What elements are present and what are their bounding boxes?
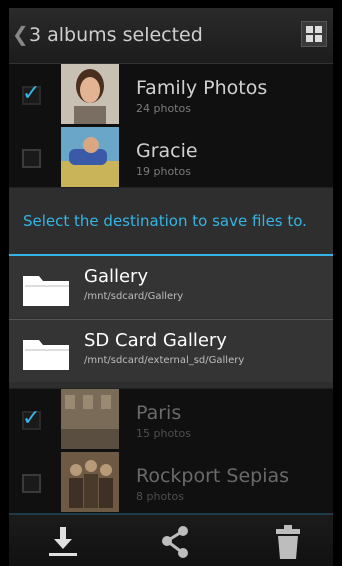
album-row-gracie[interactable]: Gracie 19 photos [9, 127, 333, 189]
album-checkbox[interactable]: ✓ [22, 81, 41, 106]
folder-icon [23, 340, 69, 370]
action-bar: ❮ 3 albums selected [9, 8, 333, 64]
album-thumbnail [61, 389, 119, 449]
download-button[interactable] [45, 525, 81, 563]
delete-button[interactable] [275, 525, 301, 563]
dialog-title: Select the destination to save files to. [23, 212, 307, 230]
album-name: Family Photos [136, 77, 268, 99]
album-name: Gracie [136, 140, 198, 162]
destination-gallery[interactable]: Gallery /mnt/sdcard/Gallery [9, 256, 333, 318]
album-count: 15 photos [136, 427, 191, 440]
chevron-left-icon[interactable]: ❮ [12, 22, 29, 46]
grid-icon [306, 26, 322, 42]
album-row-paris[interactable]: ✓ Paris 15 photos [9, 389, 333, 451]
destination-dialog: Select the destination to save files to.… [9, 188, 333, 388]
share-button[interactable] [159, 525, 193, 563]
album-thumbnail [61, 64, 119, 124]
share-icon [162, 526, 188, 558]
album-checkbox[interactable]: ✓ [22, 406, 41, 431]
album-row-family-photos[interactable]: ✓ Family Photos 24 photos [9, 64, 333, 126]
album-count: 24 photos [136, 102, 191, 115]
screen: ❮ 3 albums selected ✓ Family Photos 24 p… [9, 8, 333, 566]
destination-path: /mnt/sdcard/external_sd/Gallery [84, 355, 245, 366]
folder-icon [23, 276, 69, 306]
album-checkbox[interactable] [22, 474, 41, 493]
check-icon: ✓ [22, 406, 41, 431]
album-checkbox[interactable] [22, 149, 41, 168]
album-count: 8 photos [136, 490, 184, 503]
destination-path: /mnt/sdcard/Gallery [84, 291, 184, 302]
bottom-toolbar [9, 513, 333, 566]
selection-title[interactable]: 3 albums selected [29, 24, 203, 46]
album-count: 19 photos [136, 165, 191, 178]
destination-name: SD Card Gallery [84, 330, 227, 351]
check-icon: ✓ [22, 81, 41, 106]
album-name: Rockport Sepias [136, 465, 290, 487]
album-thumbnail [61, 452, 119, 512]
destination-sd-card-gallery[interactable]: SD Card Gallery /mnt/sdcard/external_sd/… [9, 320, 333, 382]
download-icon [49, 527, 77, 556]
album-name: Paris [136, 402, 182, 424]
trash-icon [276, 525, 300, 559]
album-row-rockport-sepias[interactable]: Rockport Sepias 8 photos [9, 452, 333, 514]
grid-view-button[interactable] [301, 21, 327, 47]
destination-name: Gallery [84, 266, 149, 287]
album-thumbnail [61, 127, 119, 187]
